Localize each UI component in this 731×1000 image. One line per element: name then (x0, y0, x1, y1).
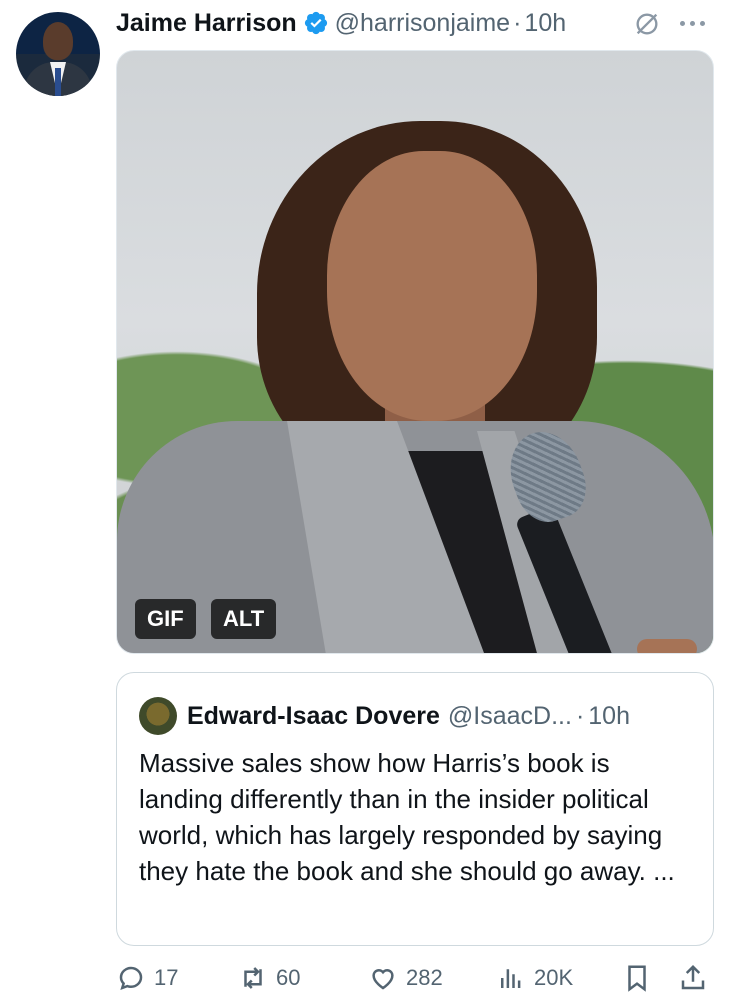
like-count: 282 (406, 965, 443, 990)
share-icon (681, 964, 705, 990)
more-icon[interactable] (680, 16, 714, 30)
quoted-author-handle: @IsaacD... (447, 701, 572, 730)
share-button[interactable] (678, 958, 708, 998)
tweet-time[interactable]: 10h (524, 9, 566, 38)
quoted-tweet-text: Massive sales show how Harris’s book is … (139, 748, 675, 886)
quoted-author-avatar (139, 697, 177, 735)
quoted-tweet[interactable]: Edward-Isaac Dovere @IsaacD... · 10h Mas… (116, 672, 714, 946)
reply-icon (119, 966, 143, 991)
repost-icon (244, 967, 262, 989)
views-count: 20K (534, 965, 574, 990)
views-button[interactable]: 20K (496, 958, 573, 998)
tweet-header: Jaime Harrison @harrisonjaime · 10h (116, 6, 566, 40)
bookmark-button[interactable] (622, 958, 652, 998)
media-hand (637, 639, 697, 653)
reply-count: 17 (154, 965, 179, 990)
repost-button[interactable]: 60 (238, 958, 300, 998)
tweet-media-gif[interactable]: GIF ALT (116, 50, 714, 654)
verified-badge-icon (304, 11, 327, 35)
bookmark-icon (628, 965, 646, 992)
heart-icon (372, 969, 394, 990)
views-icon (501, 969, 521, 988)
quoted-author-name: Edward-Isaac Dovere (187, 701, 440, 730)
author-avatar[interactable] (16, 12, 100, 96)
header-separator: · (513, 8, 522, 37)
avatar-face (43, 22, 73, 60)
alt-text-button[interactable]: ALT (211, 599, 277, 639)
tweet-action-bar: 17 60 282 20K (116, 958, 714, 998)
like-button[interactable]: 282 (368, 958, 443, 998)
quoted-tweet-header: Edward-Isaac Dovere @IsaacD... · 10h (187, 697, 630, 735)
gif-badge: GIF (135, 599, 196, 639)
author-name[interactable]: Jaime Harrison (116, 9, 297, 38)
media-face (327, 151, 537, 421)
grok-icon[interactable] (633, 10, 661, 38)
quoted-header-separator: · (575, 701, 585, 730)
author-handle[interactable]: @harrisonjaime (335, 9, 510, 38)
avatar-tie (55, 68, 61, 96)
reply-button[interactable]: 17 (116, 958, 178, 998)
repost-count: 60 (276, 965, 301, 990)
quoted-tweet-time: 10h (588, 701, 630, 730)
